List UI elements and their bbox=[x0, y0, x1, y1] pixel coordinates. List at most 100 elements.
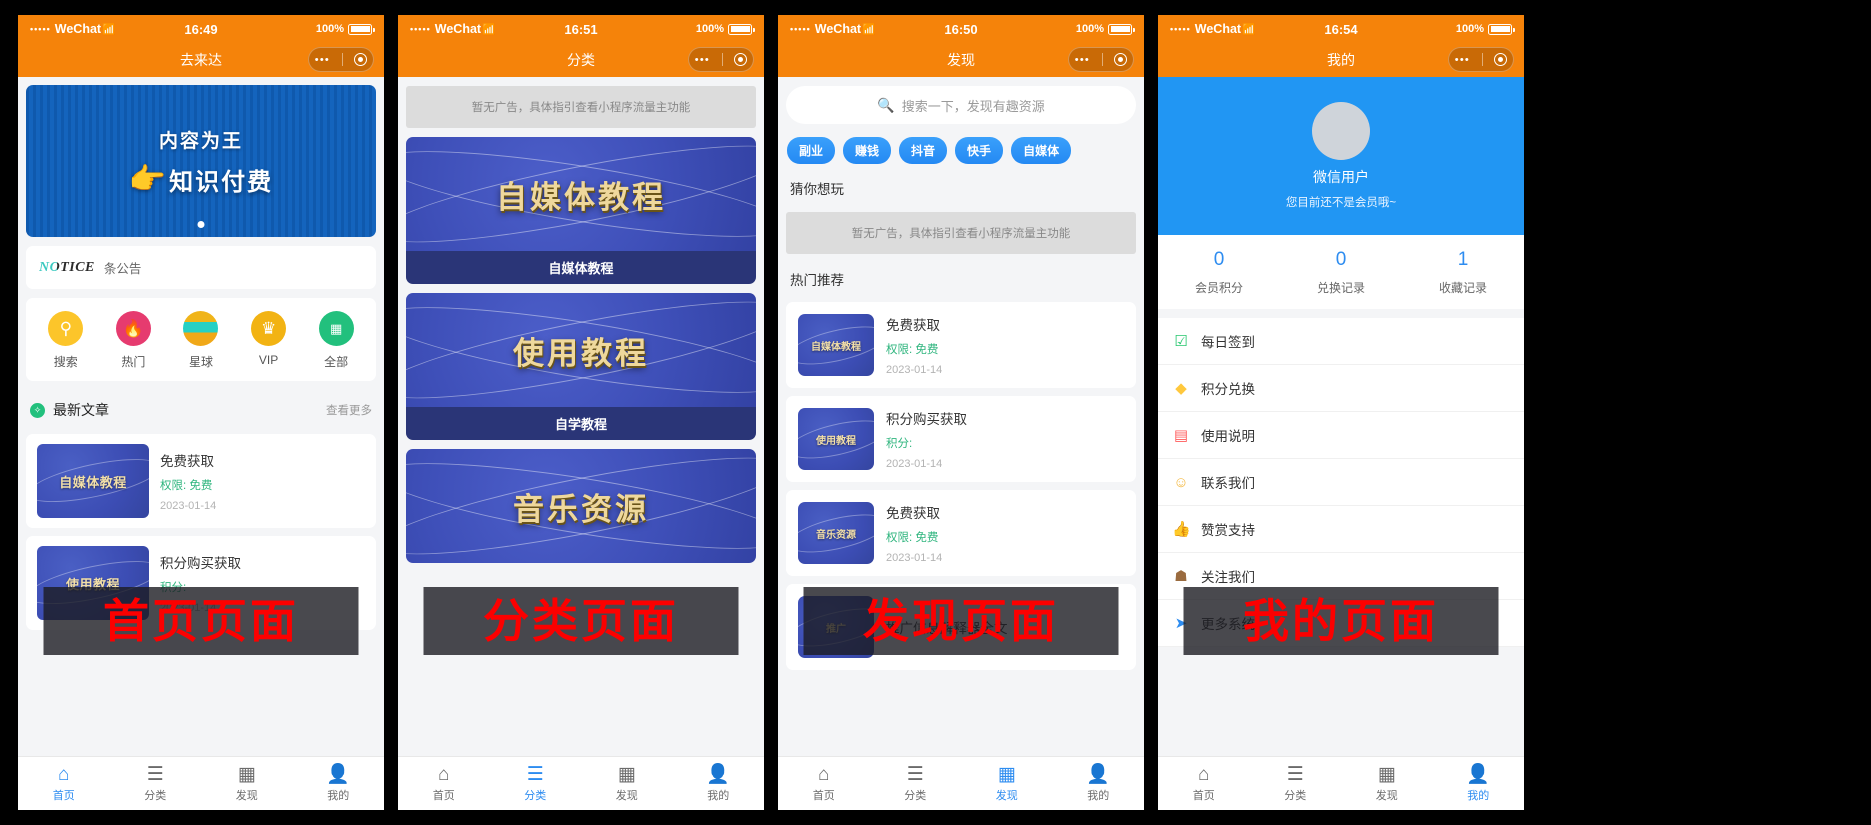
tab-category[interactable]: ☰ 分类 bbox=[490, 765, 582, 803]
wechat-capsule-button[interactable]: ••• bbox=[688, 47, 754, 72]
menu-item-label: 积分兑换 bbox=[1201, 382, 1255, 397]
carousel-dot[interactable] bbox=[197, 221, 205, 228]
search-input[interactable]: 🔍 搜索一下，发现有趣资源 bbox=[786, 86, 1136, 124]
banner-line2: 知识付费 bbox=[169, 168, 274, 196]
tab-category[interactable]: ☰ 分类 bbox=[1250, 765, 1342, 803]
tab-label: 我的 bbox=[1467, 789, 1490, 802]
tag-row: 副业 赚钱 抖音 快手 自媒体 bbox=[778, 133, 1144, 172]
battery-percent: 100% bbox=[315, 23, 344, 35]
wechat-capsule-button[interactable]: ••• bbox=[1448, 47, 1514, 72]
tab-label: 发现 bbox=[1375, 789, 1398, 802]
battery-percent: 100% bbox=[695, 23, 724, 35]
item-permission: 积分: bbox=[886, 438, 913, 450]
status-bar: ••••• WeChat 📶 16:50 100% bbox=[778, 15, 1144, 43]
group-icon: ☗ bbox=[1174, 568, 1188, 585]
menu-item-daily-checkin[interactable]: ☑ 每日签到 bbox=[1158, 318, 1524, 365]
quick-entry-planet[interactable]: 星球 bbox=[173, 311, 229, 370]
annotation-text: 首页页面 bbox=[103, 594, 299, 648]
list-icon: ☰ bbox=[526, 763, 544, 785]
menu-item-contact-us[interactable]: ☺ 联系我们 bbox=[1158, 459, 1524, 506]
tab-discover[interactable]: ▦ 发现 bbox=[201, 765, 293, 803]
status-right: 100% bbox=[1456, 23, 1515, 35]
category-card[interactable]: 使用教程 自学教程 bbox=[406, 293, 756, 440]
notice-card[interactable]: NOTICE 条公告 bbox=[26, 246, 376, 289]
article-row[interactable]: 自媒体教程 免费获取 权限: 免费 2023-01-14 bbox=[26, 434, 376, 528]
tag-chip[interactable]: 赚钱 bbox=[843, 137, 892, 164]
tag-chip[interactable]: 副业 bbox=[787, 137, 836, 164]
person-icon: 👤 bbox=[1466, 763, 1491, 785]
category-card[interactable]: 音乐资源 bbox=[406, 449, 756, 563]
category-caption: 自学教程 bbox=[554, 417, 607, 432]
discover-item[interactable]: 自媒体教程 免费获取 权限: 免费 2023-01-14 bbox=[786, 302, 1136, 388]
menu-item-support[interactable]: 👍 赞赏支持 bbox=[1158, 506, 1524, 553]
close-target-icon[interactable] bbox=[1494, 53, 1508, 66]
stat-label: 收藏记录 bbox=[1438, 280, 1487, 295]
nav-bar: 发现 ••• bbox=[778, 43, 1144, 77]
wechat-capsule-button[interactable]: ••• bbox=[1068, 47, 1134, 72]
hero-banner[interactable]: 内容为王 👉 知识付费 bbox=[26, 85, 376, 237]
grid-icon: ▦ bbox=[1377, 763, 1396, 785]
quick-entry-label: 搜索 bbox=[53, 355, 78, 369]
tag-chip[interactable]: 自媒体 bbox=[1011, 137, 1072, 164]
profile-description: 您目前还不是会员哦~ bbox=[1285, 197, 1397, 209]
list-icon: ☰ bbox=[906, 763, 924, 785]
annotation-overlay-category: 分类页面 bbox=[423, 587, 739, 655]
tab-label: 发现 bbox=[235, 789, 258, 802]
more-menu-icon[interactable]: ••• bbox=[315, 54, 330, 66]
article-title: 免费获取 bbox=[160, 454, 214, 469]
close-target-icon[interactable] bbox=[1114, 53, 1128, 66]
quick-entry-search[interactable]: ⚲ 搜索 bbox=[38, 311, 94, 370]
nav-bar: 去来达 ••• bbox=[18, 43, 384, 77]
tab-label: 发现 bbox=[995, 789, 1018, 802]
tag-chip[interactable]: 快手 bbox=[955, 137, 1004, 164]
article-info: 免费获取 权限: 免费 2023-01-14 bbox=[160, 444, 216, 518]
search-icon: 🔍 bbox=[877, 96, 895, 113]
avatar[interactable] bbox=[1312, 102, 1370, 160]
stat-exchange[interactable]: 0 兑换记录 bbox=[1280, 235, 1402, 309]
tab-discover[interactable]: ▦ 发现 bbox=[581, 765, 673, 803]
tab-home[interactable]: ⌂ 首页 bbox=[778, 765, 870, 803]
tab-discover[interactable]: ▦ 发现 bbox=[1341, 765, 1433, 803]
tab-category[interactable]: ☰ 分类 bbox=[870, 765, 962, 803]
home-icon: ⌂ bbox=[1198, 763, 1210, 785]
wechat-capsule-button[interactable]: ••• bbox=[308, 47, 374, 72]
tab-label: 首页 bbox=[1192, 789, 1215, 802]
home-icon: ⌂ bbox=[58, 763, 70, 785]
close-target-icon[interactable] bbox=[354, 53, 368, 66]
menu-item-instructions[interactable]: ▤ 使用说明 bbox=[1158, 412, 1524, 459]
tab-mine[interactable]: 👤 我的 bbox=[293, 765, 385, 803]
more-menu-icon[interactable]: ••• bbox=[1075, 54, 1090, 66]
home-content: 内容为王 👉 知识付费 NOTICE 条公告 ⚲ 搜索 🔥 热门 星球 ♛ VI… bbox=[18, 77, 384, 810]
tab-home[interactable]: ⌂ 首页 bbox=[1158, 765, 1250, 803]
menu-item-points-exchange[interactable]: ◆ 积分兑换 bbox=[1158, 365, 1524, 412]
thumbs-up-icon: 👍 bbox=[1172, 521, 1191, 538]
tab-mine[interactable]: 👤 我的 bbox=[1053, 765, 1145, 803]
view-more-link[interactable]: 查看更多 bbox=[326, 402, 372, 418]
more-menu-icon[interactable]: ••• bbox=[1455, 54, 1470, 66]
stat-value: 0 bbox=[1335, 248, 1347, 270]
tab-home[interactable]: ⌂ 首页 bbox=[18, 765, 110, 803]
calendar-check-icon: ☑ bbox=[1174, 333, 1188, 350]
tab-mine[interactable]: 👤 我的 bbox=[673, 765, 765, 803]
status-right: 100% bbox=[1076, 23, 1135, 35]
bottom-tabbar: ⌂ 首页 ☰ 分类 ▦ 发现 👤 我的 bbox=[778, 756, 1144, 810]
tab-category[interactable]: ☰ 分类 bbox=[110, 765, 202, 803]
quick-entry-hot[interactable]: 🔥 热门 bbox=[105, 311, 161, 370]
tab-mine[interactable]: 👤 我的 bbox=[1433, 765, 1525, 803]
stat-points[interactable]: 0 会员积分 bbox=[1158, 235, 1280, 309]
notice-row[interactable]: NOTICE 条公告 bbox=[26, 246, 376, 289]
status-right: 100% bbox=[315, 23, 375, 35]
tag-chip[interactable]: 抖音 bbox=[899, 137, 948, 164]
tab-discover[interactable]: ▦ 发现 bbox=[961, 765, 1053, 803]
more-menu-icon[interactable]: ••• bbox=[695, 54, 710, 66]
tab-home[interactable]: ⌂ 首页 bbox=[398, 765, 490, 803]
category-content: 暂无广告，具体指引查看小程序流量主功能 自媒体教程 自媒体教程 使用教程 自学教… bbox=[398, 77, 764, 810]
category-card[interactable]: 自媒体教程 自媒体教程 bbox=[406, 137, 756, 284]
close-target-icon[interactable] bbox=[734, 53, 748, 66]
quick-entry-all[interactable]: ▦ 全部 bbox=[308, 311, 364, 370]
stat-favorites[interactable]: 1 收藏记录 bbox=[1402, 235, 1524, 309]
stat-label: 会员积分 bbox=[1194, 280, 1243, 295]
quick-entry-vip[interactable]: ♛ VIP bbox=[241, 311, 297, 370]
discover-item[interactable]: 使用教程 积分购买获取 积分: 2023-01-14 bbox=[786, 396, 1136, 482]
discover-item[interactable]: 音乐资源 免费获取 权限: 免费 2023-01-14 bbox=[786, 490, 1136, 576]
